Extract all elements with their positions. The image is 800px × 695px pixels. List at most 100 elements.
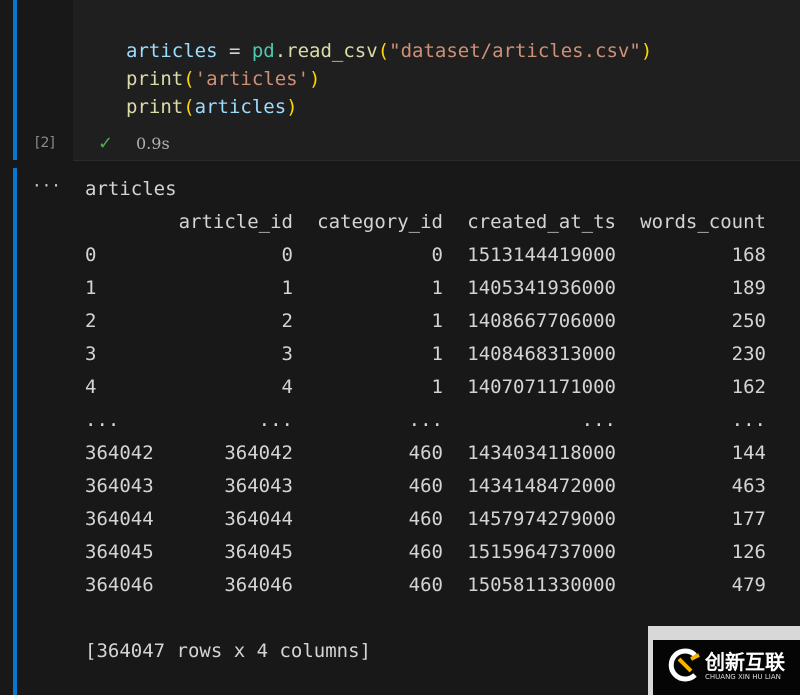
success-check-icon: ✓ [98, 133, 114, 154]
table-cell: 1 [431, 277, 443, 299]
table-cell: 1505811330000 [467, 574, 616, 596]
table-cell: 1434034118000 [467, 442, 616, 464]
table-cell: 479 [731, 574, 766, 596]
table-row: 364045 364045 460 1515964737000 126 [85, 536, 785, 569]
row-index: 364044 [85, 508, 154, 530]
token: articles [126, 40, 218, 62]
table-cell: 3 [281, 343, 293, 365]
row-index: 0 [85, 244, 97, 266]
table-cell: 1457974279000 [467, 508, 616, 530]
token: pd [251, 40, 275, 62]
row-index: 1 [85, 277, 97, 299]
table-cell: 177 [731, 508, 766, 530]
token: print [126, 68, 184, 90]
row-index: 364042 [85, 442, 154, 464]
watermark-subtitle: CHUANG XIN HU LIAN [705, 673, 781, 681]
table-cell: 230 [731, 343, 766, 365]
table-cell: 1515964737000 [467, 541, 616, 563]
row-index: 364045 [85, 541, 154, 563]
table-cell: 144 [731, 442, 766, 464]
table-cell: 250 [731, 310, 766, 332]
token: ) [286, 96, 298, 118]
table-cell: 1408667706000 [467, 310, 616, 332]
table-row: 4 4 1 1407071171000 162 [85, 371, 785, 404]
table-cell: 1 [431, 343, 443, 365]
table-row: 364042 364042 460 1434034118000 144 [85, 437, 785, 470]
output-more-actions-button[interactable]: ··· [32, 176, 61, 195]
table-cell: 460 [408, 574, 443, 596]
table-cell: ... [408, 409, 443, 431]
token: "dataset/articles.csv" [389, 40, 641, 62]
table-cell: 364045 [224, 541, 293, 563]
token: print [126, 96, 184, 118]
table-cell: 1 [431, 376, 443, 398]
watermark-logo: 创新互联 CHUANG XIN HU LIAN [648, 626, 800, 695]
table-cell: 162 [731, 376, 766, 398]
code-line-1: articles = pd.read_csv("dataset/articles… [126, 37, 652, 65]
dataframe-output: article_id category_id created_at_ts wor… [85, 206, 785, 606]
table-cell: ... [581, 409, 616, 431]
table-row: ............... [85, 404, 785, 437]
execution-time: 0.9s [136, 134, 170, 153]
table-cell: 1408468313000 [467, 343, 616, 365]
table-row: 364046 364046 460 1505811330000 479 [85, 569, 785, 602]
table-cell: 2 [281, 310, 293, 332]
cell-focus-bar [13, 0, 17, 160]
table-cell: 1434148472000 [467, 475, 616, 497]
table-cell: 463 [731, 475, 766, 497]
table-cell: 1513144419000 [467, 244, 616, 266]
table-row: 0 0 0 1513144419000 168 [85, 239, 785, 272]
logo-icon [668, 648, 700, 682]
header-row: article_id category_id created_at_ts wor… [85, 206, 785, 239]
table-cell: 1405341936000 [467, 277, 616, 299]
column-header: created_at_ts [467, 211, 616, 233]
table-cell: 1 [281, 277, 293, 299]
table-cell: 0 [281, 244, 293, 266]
token: ( [377, 40, 390, 62]
token: ) [309, 68, 321, 90]
table-row: 364043 364043 460 1434148472000 463 [85, 470, 785, 503]
watermark-brand: 创新互联 [705, 650, 785, 674]
table-cell: 460 [408, 508, 443, 530]
table-cell: 364042 [224, 442, 293, 464]
row-index: ... [85, 409, 120, 431]
table-cell: 364046 [224, 574, 293, 596]
table-cell: 460 [408, 442, 443, 464]
table-cell: 168 [731, 244, 766, 266]
table-row: 2 2 1 1408667706000 250 [85, 305, 785, 338]
row-index: 2 [85, 310, 97, 332]
table-cell: 460 [408, 475, 443, 497]
token: = [217, 40, 252, 62]
row-index: 364046 [85, 574, 154, 596]
token: ( [183, 96, 195, 118]
table-cell: 189 [731, 277, 766, 299]
output-summary: [364047 rows x 4 columns] [85, 640, 371, 662]
table-cell: 364043 [224, 475, 293, 497]
table-row: 364044 364044 460 1457974279000 177 [85, 503, 785, 536]
table-cell: 1 [431, 310, 443, 332]
column-header: category_id [317, 211, 443, 233]
row-index: 4 [85, 376, 97, 398]
output-title: articles [85, 178, 177, 200]
token: 'articles' [194, 68, 310, 90]
row-index: 364043 [85, 475, 154, 497]
table-cell: 0 [431, 244, 443, 266]
table-cell: ... [731, 409, 766, 431]
code-line-2: print('articles') [126, 65, 321, 93]
code-line-3: print(articles) [126, 93, 298, 121]
token: .read_csv [274, 40, 378, 62]
table-cell: 1407071171000 [467, 376, 616, 398]
table-cell: 4 [281, 376, 293, 398]
token: ( [183, 68, 195, 90]
token: articles [194, 96, 287, 118]
table-cell: ... [258, 409, 293, 431]
output-focus-bar [13, 168, 17, 695]
token: ) [640, 40, 653, 62]
column-header: words_count [640, 211, 766, 233]
table-row: 3 3 1 1408468313000 230 [85, 338, 785, 371]
table-cell: 460 [408, 541, 443, 563]
execution-count: [2] [35, 135, 55, 151]
table-cell: 126 [731, 541, 766, 563]
row-index: 3 [85, 343, 97, 365]
table-row: 1 1 1 1405341936000 189 [85, 272, 785, 305]
